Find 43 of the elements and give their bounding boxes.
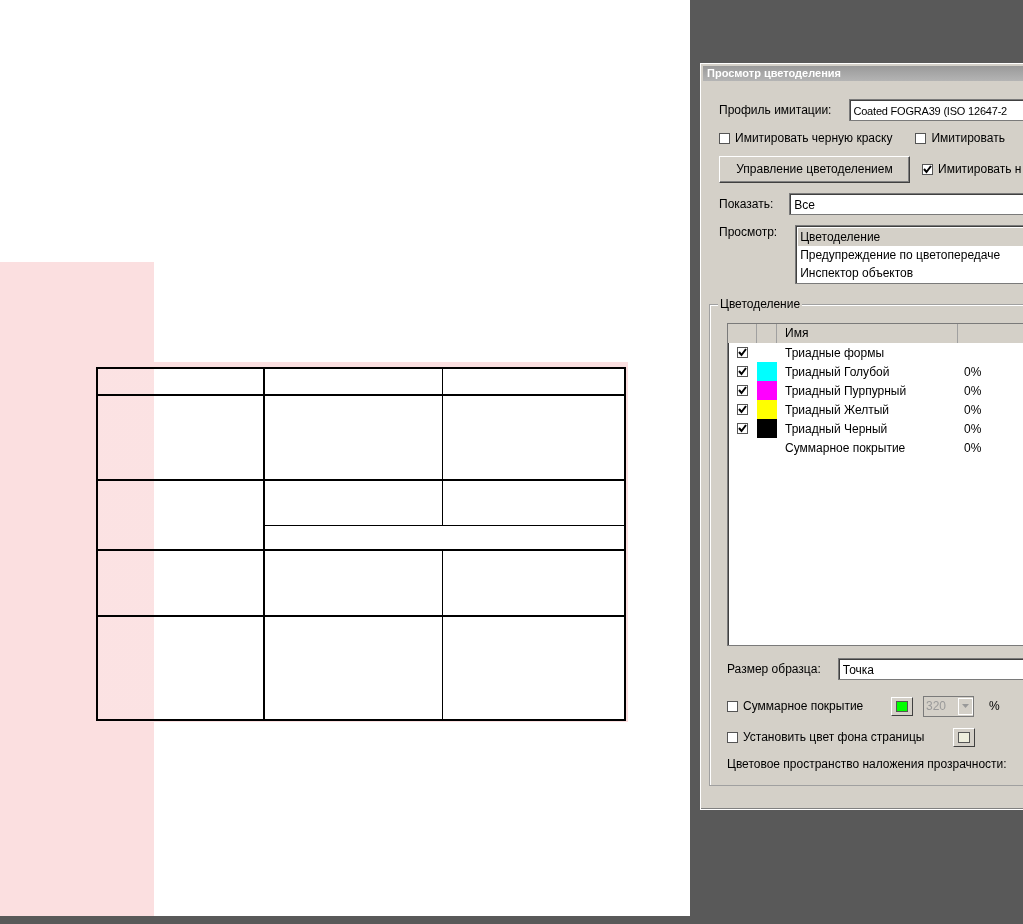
coverage-value: 0% xyxy=(964,402,982,417)
profile-dropdown[interactable]: Coated FOGRA39 (ISO 12647-2 xyxy=(849,99,1023,121)
separation-name: Триадные формы xyxy=(785,345,885,360)
preview-label: Просмотр: xyxy=(719,225,778,239)
group-title: Цветоделение xyxy=(718,297,803,311)
checkbox-label: Суммарное покрытие xyxy=(743,699,864,713)
coverage-value: 0% xyxy=(964,421,982,436)
sample-size-dropdown[interactable]: Точка xyxy=(837,658,1023,680)
checkbox[interactable] xyxy=(719,132,730,144)
checkbox[interactable] xyxy=(737,423,748,434)
checkbox-label: Имитировать xyxy=(931,131,1005,145)
preview-item[interactable]: Инспектор объектов xyxy=(798,264,1023,282)
checkbox[interactable] xyxy=(737,385,748,396)
coverage-value: 0% xyxy=(964,440,982,455)
checkbox[interactable] xyxy=(915,132,927,144)
preview-item[interactable]: Цветоделение xyxy=(798,228,1023,246)
separation-name: Триадный Желтый xyxy=(785,402,890,417)
separation-name: Суммарное покрытие xyxy=(785,440,906,455)
coverage-value: 0% xyxy=(964,364,982,379)
color-button[interactable] xyxy=(953,727,975,747)
checkbox-label: Установить цвет фона страницы xyxy=(743,730,925,744)
preview-item[interactable]: Предупреждение по цветопередаче xyxy=(798,246,1023,264)
profile-label: Профиль имитации: xyxy=(719,103,832,117)
checkbox[interactable] xyxy=(727,731,738,743)
column-header: Имя xyxy=(777,324,958,343)
checkbox[interactable] xyxy=(737,404,748,415)
percent-label: % xyxy=(989,699,1000,713)
manage-separations-button[interactable]: Управление цветоделением xyxy=(719,155,910,183)
show-label: Показать: xyxy=(719,197,774,211)
separation-name: Триадный Голубой xyxy=(785,364,890,379)
sample-size-label: Размер образца: xyxy=(727,662,821,676)
separation-name: Триадный Пурпурный xyxy=(785,383,907,398)
checkbox-label: Имитировать н xyxy=(938,162,1022,176)
checkbox[interactable] xyxy=(737,347,748,358)
checkbox-label: Имитировать черную краску xyxy=(735,131,893,145)
dialog-title: Просмотр цветоделения xyxy=(703,66,1023,81)
separation-name: Триадный Черный xyxy=(785,421,888,436)
coverage-value: 0% xyxy=(964,383,982,398)
blend-space-label: Цветовое пространство наложения прозрачности: xyxy=(727,757,1007,771)
checkbox[interactable] xyxy=(922,163,933,175)
show-dropdown[interactable]: Все xyxy=(789,193,1023,215)
color-button[interactable] xyxy=(891,696,913,716)
checkbox[interactable] xyxy=(737,366,748,377)
